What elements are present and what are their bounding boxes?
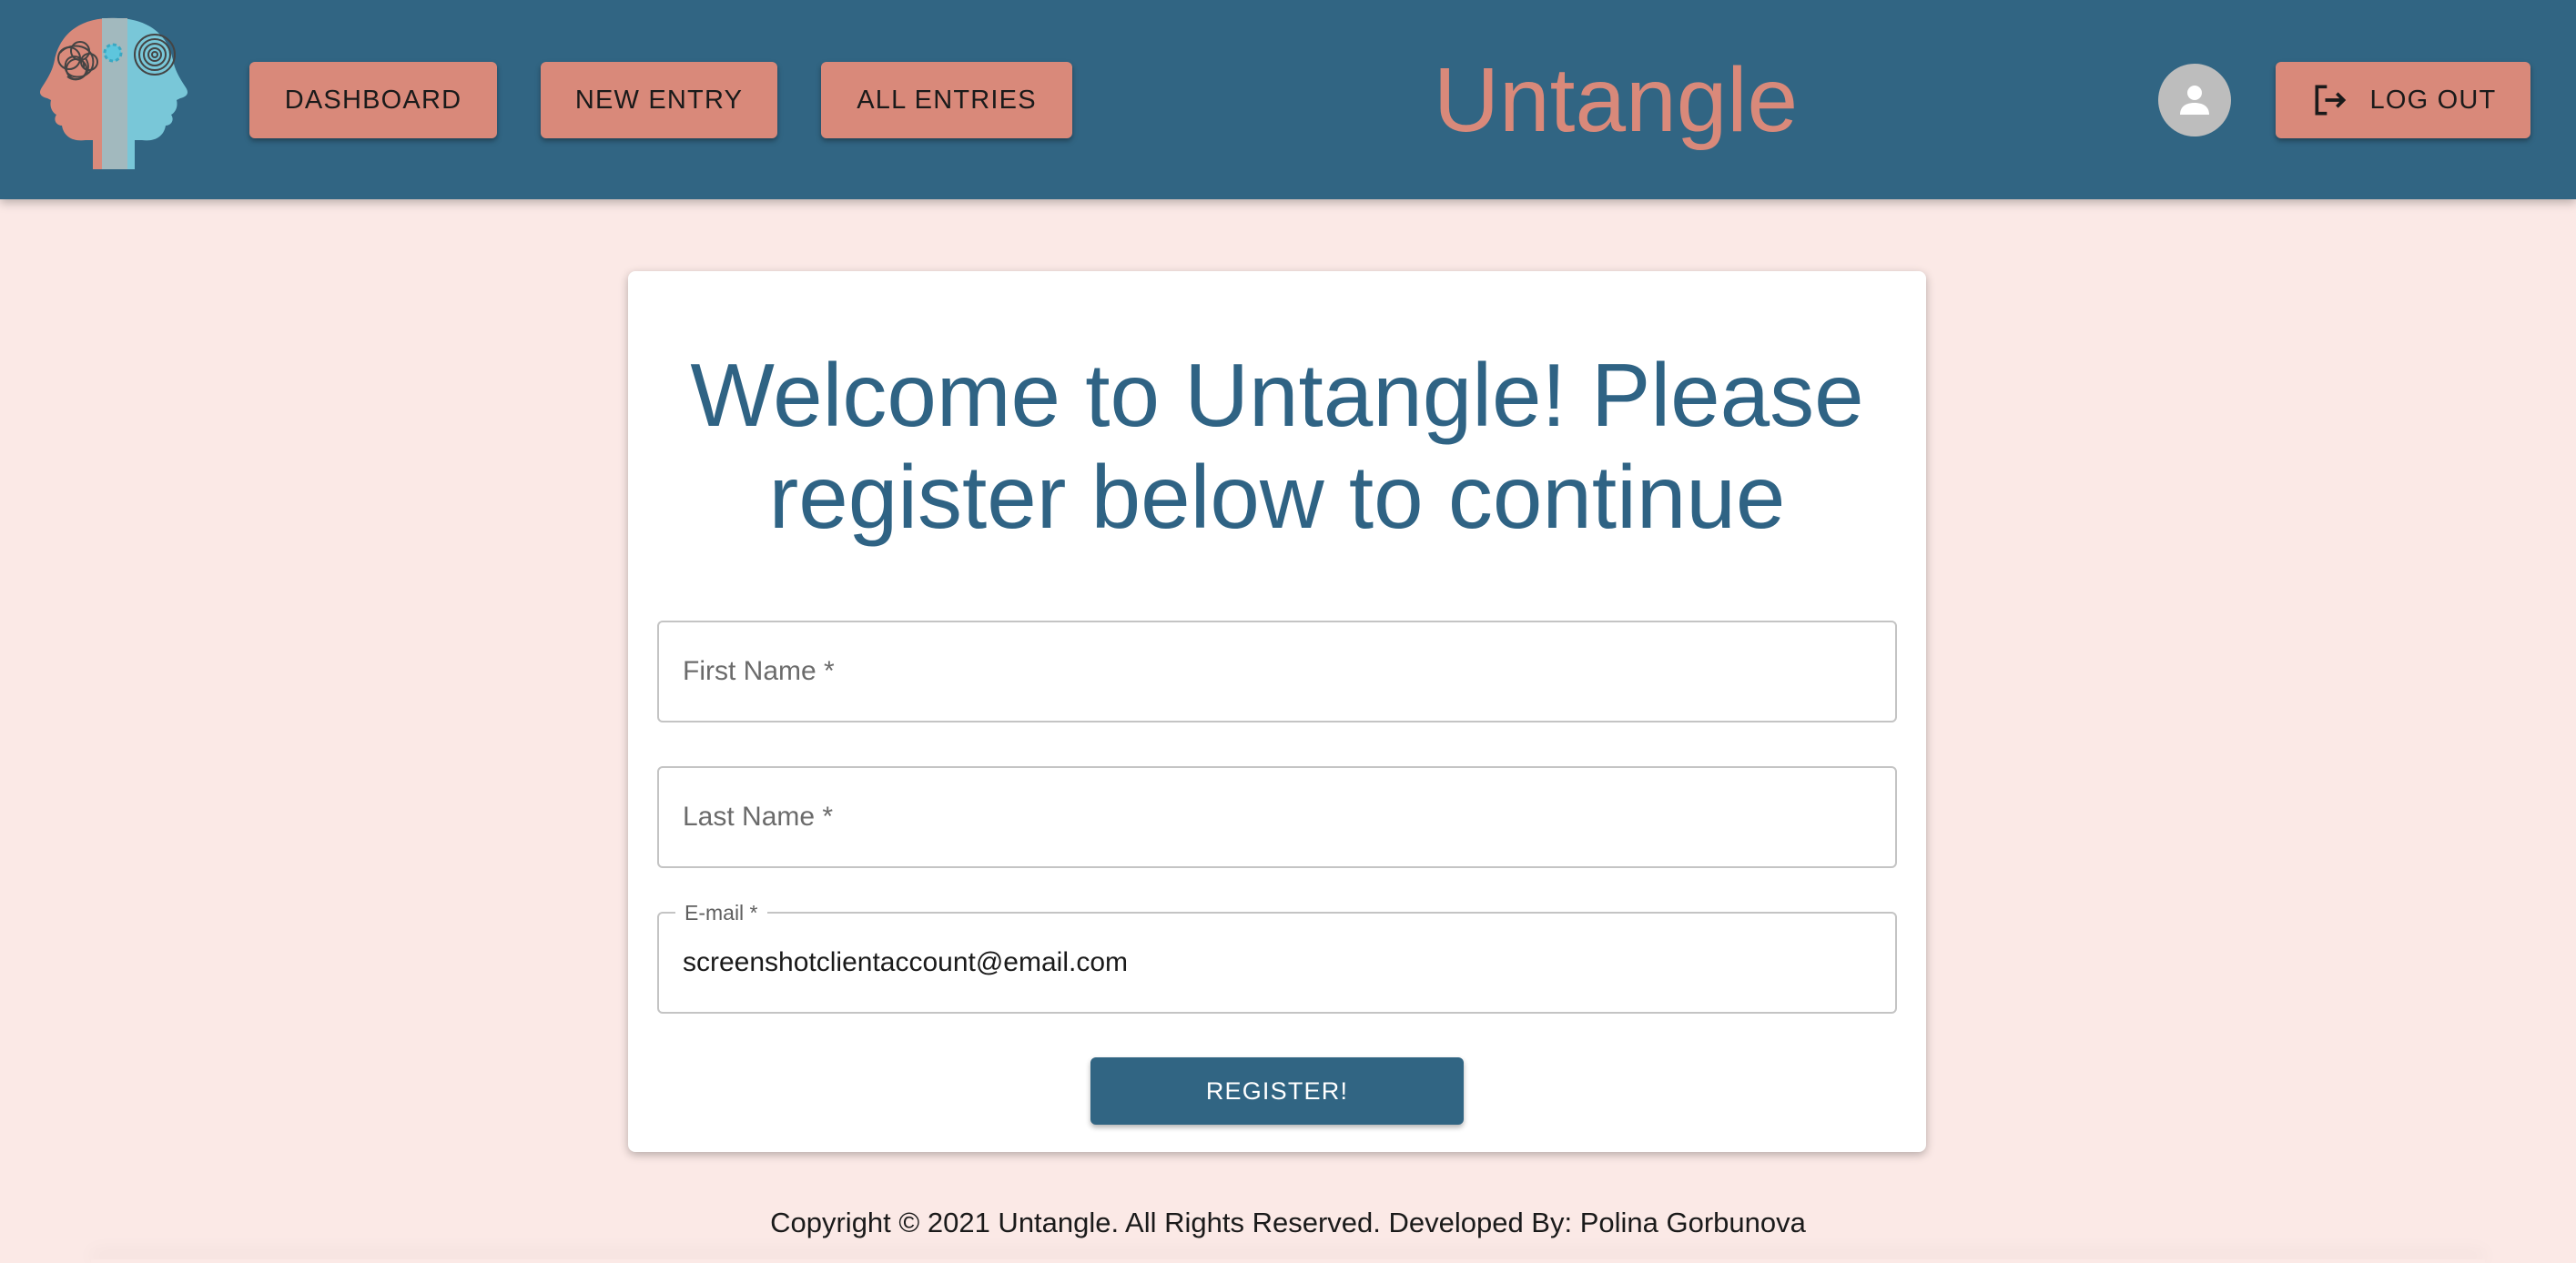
nav-dashboard-button[interactable]: DASHBOARD <box>249 62 497 138</box>
first-name-field <box>657 621 1897 722</box>
last-name-field <box>657 766 1897 868</box>
untangle-logo[interactable] <box>25 13 204 169</box>
footer-copyright: Copyright © 2021 Untangle. All Rights Re… <box>770 1207 1806 1238</box>
email-input[interactable] <box>683 914 1866 1012</box>
register-button[interactable]: REGISTER! <box>1090 1057 1464 1125</box>
avatar[interactable] <box>2158 64 2231 136</box>
footer-divider <box>91 1259 2485 1263</box>
nav-all-entries-button[interactable]: ALL ENTRIES <box>821 62 1072 138</box>
register-title: Welcome to Untangle! Please register bel… <box>690 345 1864 547</box>
logout-icon <box>2315 85 2346 116</box>
email-field: E-mail * <box>657 901 1897 1014</box>
last-name-input[interactable] <box>683 768 1866 866</box>
logout-button[interactable]: LOG OUT <box>2276 62 2530 138</box>
app-bar: DASHBOARD NEW ENTRY ALL ENTRIES Untangle… <box>0 0 2576 199</box>
nav-new-entry-button[interactable]: NEW ENTRY <box>541 62 777 138</box>
first-name-input[interactable] <box>683 622 1866 721</box>
brand-title: Untangle <box>1433 49 1799 151</box>
logout-label: LOG OUT <box>2369 85 2497 115</box>
person-icon <box>2180 86 2209 115</box>
register-card: Welcome to Untangle! Please register bel… <box>628 271 1926 1152</box>
